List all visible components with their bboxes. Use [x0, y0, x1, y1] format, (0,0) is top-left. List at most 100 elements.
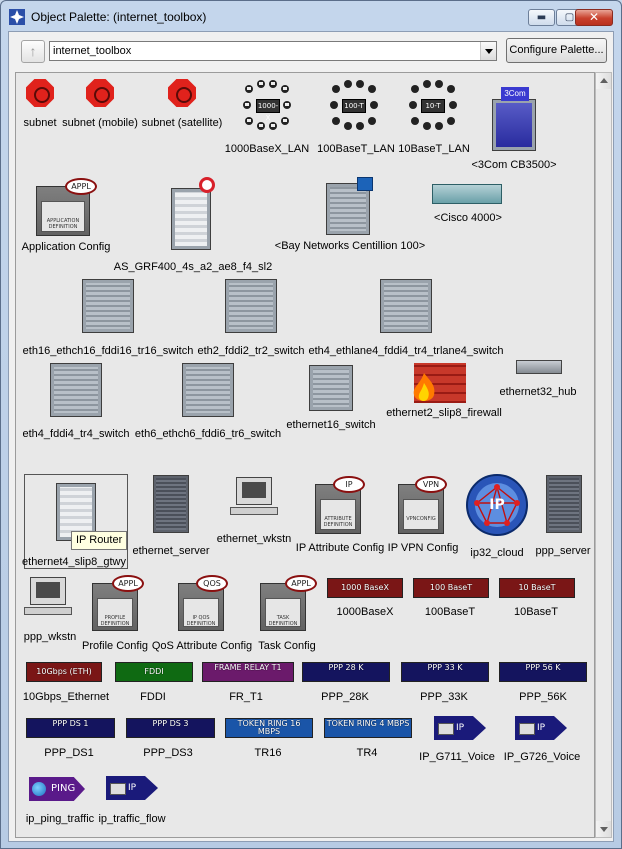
item-label: 10BaseT: [513, 606, 559, 618]
item-label: PPP_DS3: [143, 747, 193, 759]
link-icon: PPP DS 1: [26, 718, 115, 738]
opnet-app-icon: [9, 9, 25, 25]
switch-chassis-icon: [309, 365, 353, 411]
link-icon: PPP 33 K: [401, 662, 489, 682]
link-icon: 1000 BaseX: [327, 578, 403, 598]
item-label: 10BaseT_LAN: [398, 143, 470, 155]
voice-flow-icon: IP: [434, 716, 486, 740]
definition-plate: IP QOS DEFINITION: [183, 598, 219, 627]
link-icon: 10 BaseT: [499, 578, 575, 598]
object-palette-grid: subnet subnet (mobile) subnet (satellite…: [15, 72, 595, 838]
item-label: FDDI: [140, 691, 166, 703]
item-label: Profile Config: [81, 640, 149, 652]
appl-badge: APPL: [285, 575, 317, 592]
link-icon: FRAME RELAY T1: [202, 662, 294, 682]
keyboard-shape: [24, 607, 72, 615]
item-label: ethernet_server: [132, 545, 210, 557]
switch-chassis-icon: [50, 363, 102, 417]
link-icon: PPP DS 3: [126, 718, 215, 738]
monitor-screen: [242, 482, 266, 498]
close-button[interactable]: ✕: [575, 9, 613, 26]
item-label: IP Attribute Config: [295, 542, 385, 554]
cisco-router-icon: [432, 184, 502, 204]
item-label: PPP_56K: [519, 691, 567, 703]
item-label: ethernet16_switch: [286, 419, 376, 431]
item-label: subnet: [23, 117, 57, 129]
3com-logo: 3Com: [501, 87, 529, 101]
item-label: ethernet2_slip8_firewall: [386, 407, 502, 419]
up-directory-button[interactable]: ↑: [21, 40, 45, 63]
lan-hub-label: 1000-X: [256, 99, 280, 122]
item-label: PPP_DS1: [44, 747, 94, 759]
traffic-flow-icon: IP: [106, 776, 158, 800]
router-chassis-icon: [171, 188, 211, 250]
definition-plate: TASK DEFINITION: [265, 598, 301, 627]
ip-badge: IP: [333, 476, 365, 493]
configure-palette-button[interactable]: Configure Palette...: [506, 38, 607, 63]
switch-chassis-icon: [82, 279, 134, 333]
subnet-mobile-icon: [86, 79, 114, 107]
item-label: <Bay Networks Centillion 100>: [274, 240, 426, 252]
item-label: subnet (mobile): [62, 117, 138, 129]
link-icon: 10Gbps (ETH): [26, 662, 102, 682]
item-label: Task Config: [258, 640, 316, 652]
definition-plate: PROFILE DEFINITION: [97, 598, 133, 627]
item-label: ip32_cloud: [470, 547, 524, 559]
item-label: AS_GRF400_4s_a2_ae8_f4_sl2: [113, 261, 273, 273]
item-label: eth4_ethlane4_fddi4_tr4_trlane4_switch: [308, 345, 504, 357]
item-label: QoS Attribute Config: [151, 640, 253, 652]
svg-text:IP: IP: [489, 497, 504, 513]
item-label: PPP_33K: [420, 691, 468, 703]
item-label: Application Config: [21, 241, 111, 253]
item-label: 10Gbps_Ethernet: [22, 691, 110, 703]
item-label: IP_G726_Voice: [503, 751, 581, 763]
switch-chassis-icon: [182, 363, 234, 417]
palette-client-area: ↑ internet_toolbox Configure Palette... …: [8, 31, 614, 842]
item-label: 1000BaseX_LAN: [224, 143, 310, 155]
item-label: eth2_fddi2_tr2_switch: [197, 345, 305, 357]
item-label: 100BaseT: [424, 606, 476, 618]
link-icon: 100 BaseT: [413, 578, 489, 598]
item-label: ppp_wkstn: [23, 631, 77, 643]
item-label: 1000BaseX: [336, 606, 394, 618]
link-icon: TOKEN RING 16 MBPS: [225, 718, 313, 738]
item-label: eth6_ethch6_fddi6_tr6_switch: [134, 428, 282, 440]
voice-flow-icon: IP: [515, 716, 567, 740]
definition-plate: ATTRIBUTE DEFINITION: [320, 499, 356, 530]
palette-path-combobox[interactable]: internet_toolbox: [49, 41, 497, 61]
flame-icon: [413, 373, 435, 401]
chevron-down-icon[interactable]: [480, 42, 496, 60]
item-label: IP_G711_Voice: [419, 751, 495, 763]
appl-badge: APPL: [112, 575, 144, 592]
item-label: <Cisco 4000>: [434, 212, 502, 224]
item-label: TR16: [254, 747, 282, 759]
link-icon: TOKEN RING 4 MBPS: [324, 718, 412, 738]
vendor-logo-icon: [199, 177, 215, 193]
appl-badge: APPL: [65, 178, 97, 195]
definition-plate: APPLICATION DEFINITION: [41, 201, 85, 232]
item-label: ip_ping_traffic: [25, 813, 95, 825]
item-label: FR_T1: [229, 691, 263, 703]
item-label: PPP_28K: [321, 691, 369, 703]
link-icon: FDDI: [115, 662, 193, 682]
scroll-down-arrow-icon[interactable]: [596, 821, 611, 837]
minimize-button[interactable]: ▬: [528, 9, 555, 26]
item-label: ip_traffic_flow: [98, 813, 166, 825]
ip-cloud-icon: IP: [466, 474, 528, 536]
title-bar[interactable]: Object Palette: (internet_toolbox) ▬ ▢ ✕: [1, 1, 621, 31]
palette-vertical-scrollbar[interactable]: [595, 72, 612, 838]
server-tower-icon: [153, 475, 189, 533]
palette-path-value: internet_toolbox: [53, 45, 132, 57]
lan-hub-label: 100-T: [342, 99, 366, 113]
scroll-up-arrow-icon[interactable]: [596, 73, 611, 89]
switch-chassis-icon: [380, 279, 432, 333]
item-label: TR4: [356, 747, 378, 759]
item-label: ethernet4_slip8_gtwy: [22, 556, 126, 568]
3com-switch-icon: [492, 99, 536, 151]
item-label: IP VPN Config: [387, 542, 459, 554]
item-label: subnet (satellite): [141, 117, 223, 129]
vpn-badge: VPN: [415, 476, 447, 493]
item-label: eth16_ethch16_fddi16_tr16_switch: [22, 345, 194, 357]
definition-plate: VPNCONFIG: [403, 499, 439, 530]
globe-icon: [32, 782, 46, 796]
